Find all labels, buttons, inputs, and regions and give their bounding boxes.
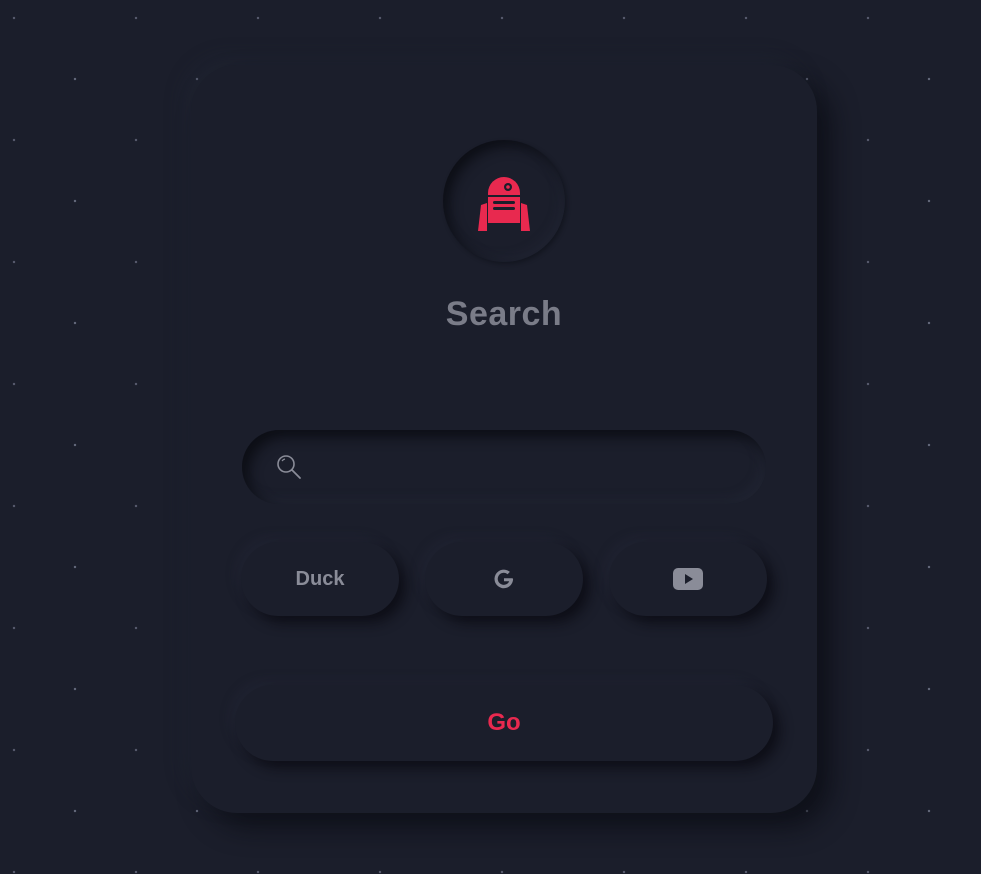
page-title: Search: [445, 295, 563, 333]
duck-engine-label: Duck: [295, 567, 345, 590]
go-button-label: Go: [487, 709, 521, 736]
youtube-icon: [673, 568, 703, 590]
search-icon: [277, 455, 301, 479]
page-background: Search Duck Go: [0, 0, 981, 874]
google-icon: [494, 569, 514, 589]
search-input[interactable]: [314, 444, 748, 492]
duck-engine-button[interactable]: Duck: [241, 542, 399, 616]
google-engine-button[interactable]: [425, 542, 583, 616]
search-card: Search Duck Go: [191, 65, 817, 813]
search-box[interactable]: [242, 430, 766, 504]
robot-icon: [478, 177, 530, 231]
avatar: [443, 140, 565, 262]
go-button[interactable]: Go: [235, 685, 773, 761]
youtube-engine-button[interactable]: [609, 542, 767, 616]
